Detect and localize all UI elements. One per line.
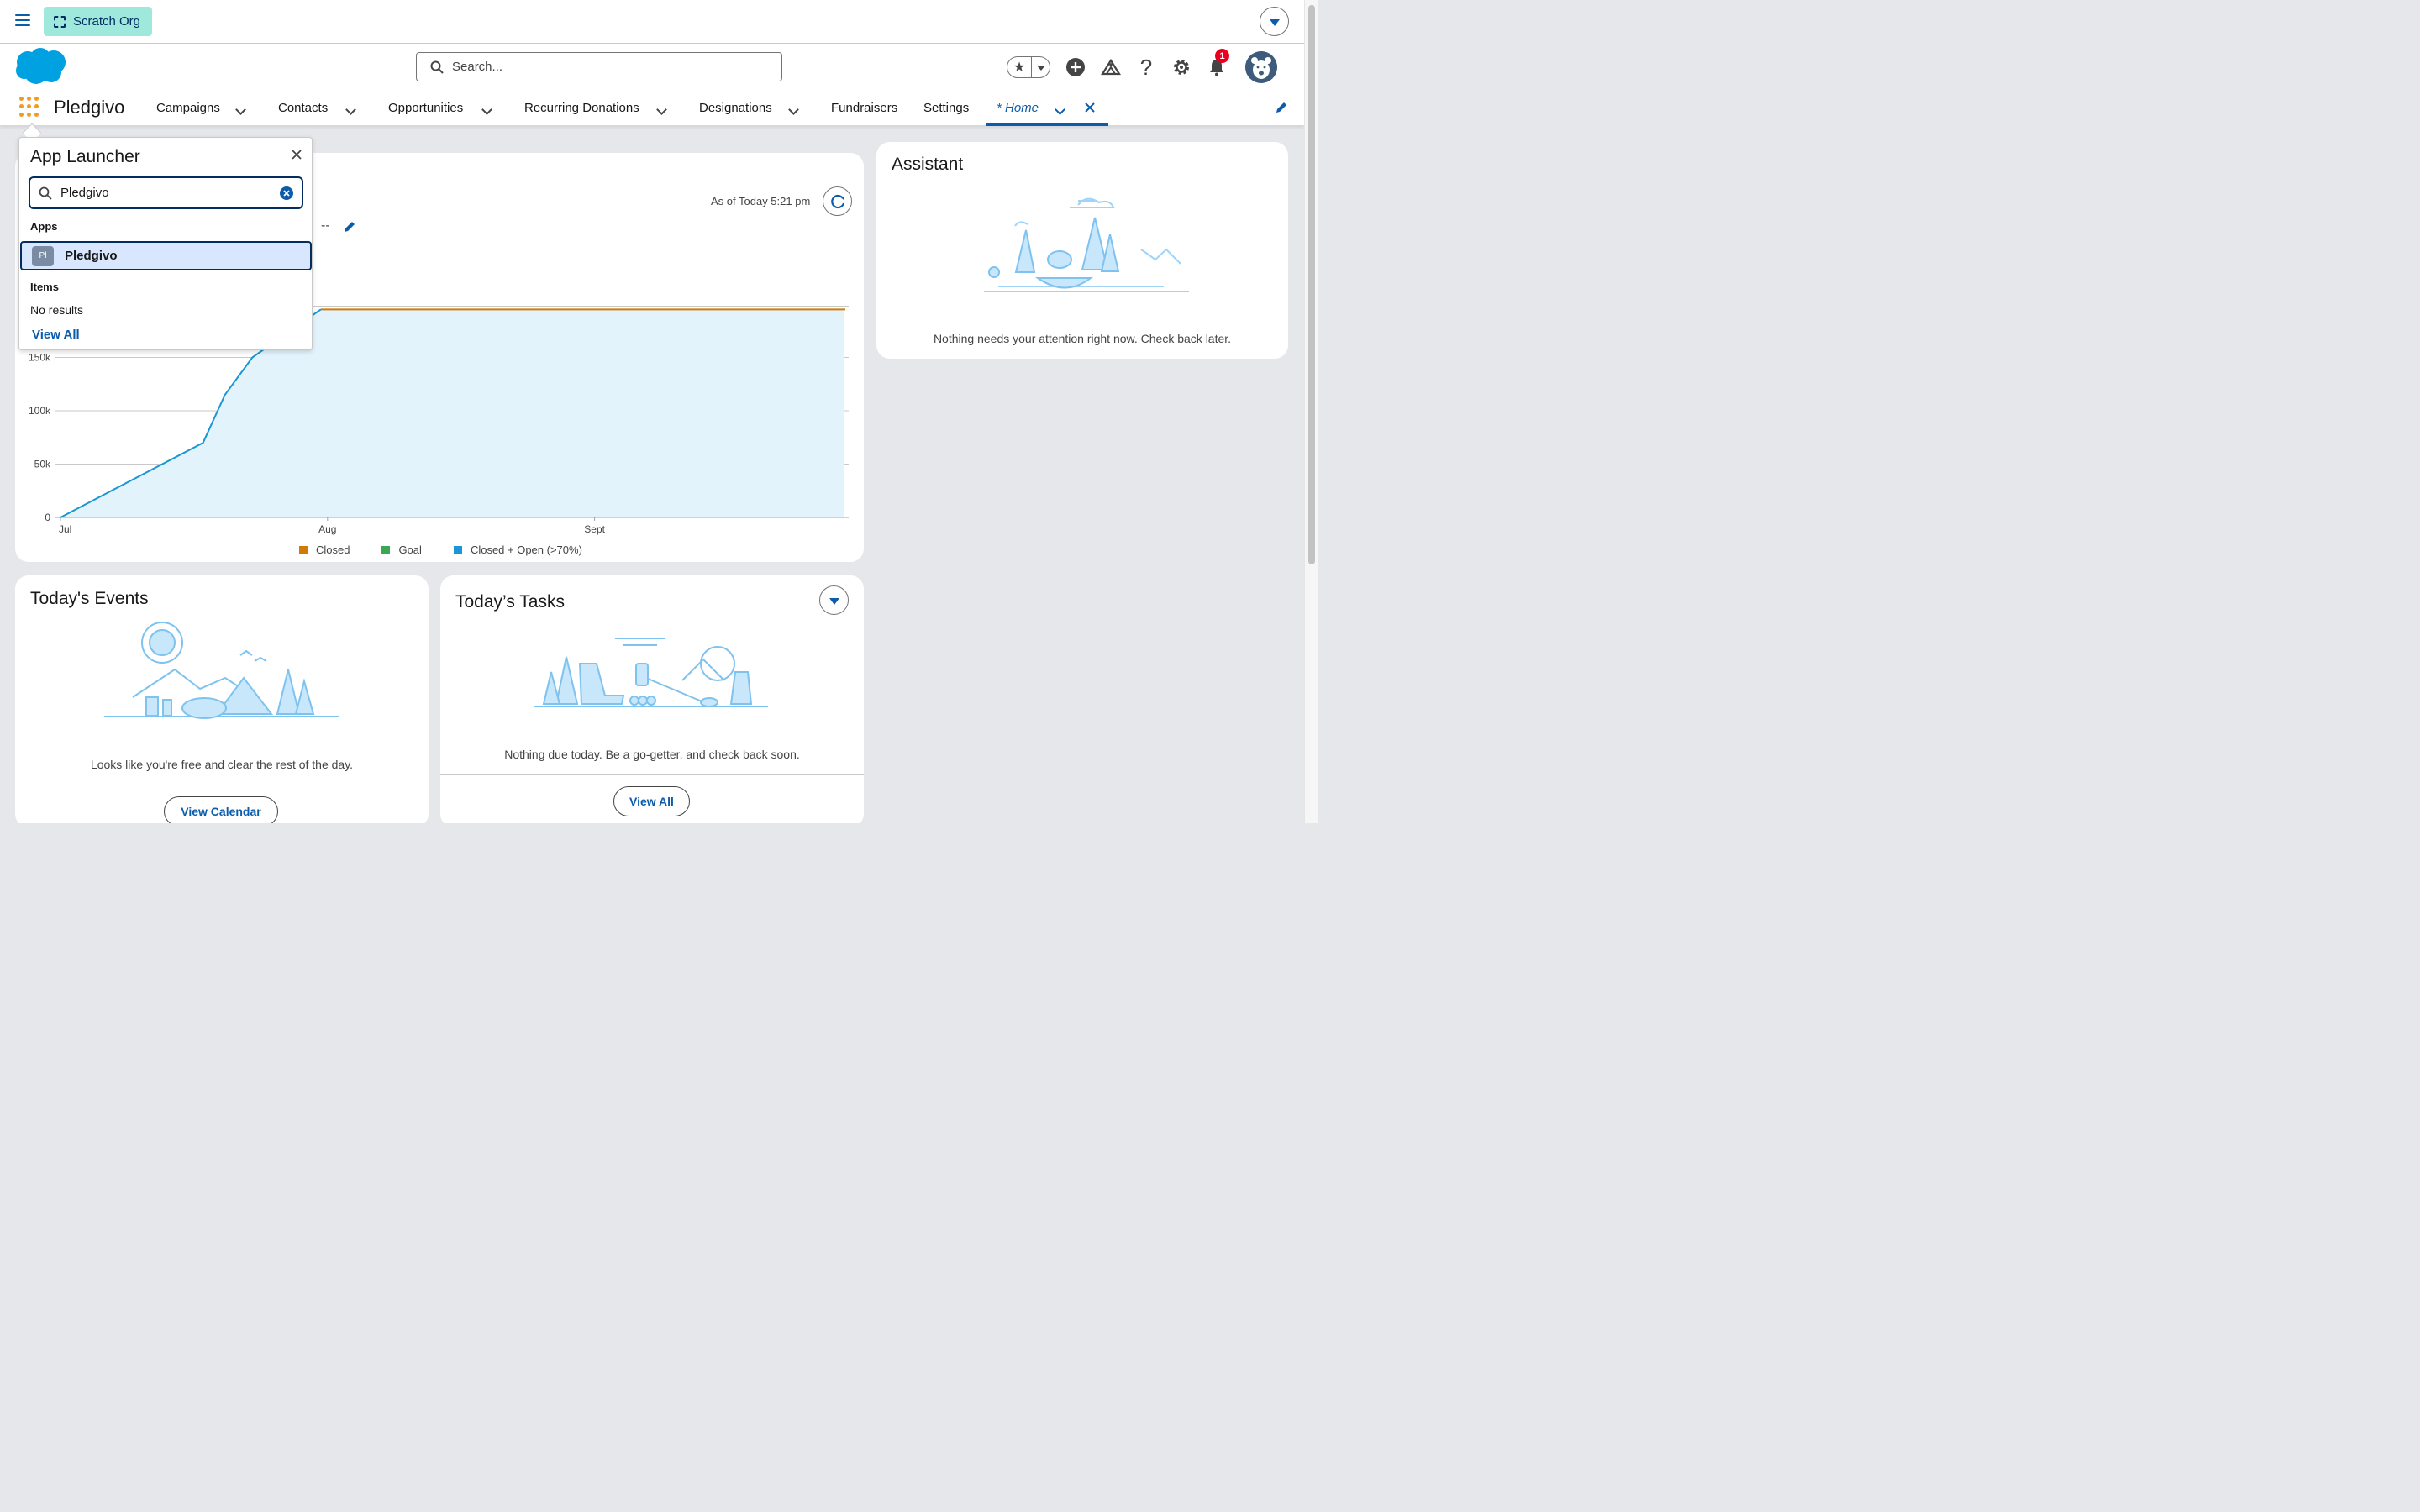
top-bar: Scratch Org xyxy=(0,0,1304,44)
nav-item-designations[interactable]: Designations xyxy=(699,89,772,126)
events-title: Today's Events xyxy=(30,589,149,608)
chevron-down-icon[interactable] xyxy=(788,102,799,118)
launcher-search-input[interactable]: Pledgivo xyxy=(29,176,303,209)
hammock-illustration xyxy=(984,197,1189,292)
x-tick-label: Aug xyxy=(318,523,336,535)
items-section-label: Items xyxy=(30,281,59,293)
favorites-caret-icon[interactable] xyxy=(1031,57,1050,77)
search-placeholder: Search... xyxy=(452,60,503,74)
global-header: Search... ★ ? 1 xyxy=(0,44,1304,89)
help-icon[interactable]: ? xyxy=(1136,55,1156,80)
salesforce-cloud-logo xyxy=(16,48,66,84)
search-icon xyxy=(430,60,444,74)
chevron-down-icon[interactable] xyxy=(481,102,492,118)
legend-label: Closed + Open (>70%) xyxy=(470,543,582,556)
legend-label: Goal xyxy=(398,543,422,556)
app-tile-icon: Pl xyxy=(32,245,54,266)
launcher-title: App Launcher xyxy=(30,147,140,166)
launcher-app-label: Pledgivo xyxy=(65,249,118,263)
legend-item-goal[interactable]: Goal xyxy=(381,543,422,556)
notification-badge: 1 xyxy=(1215,49,1229,63)
chevron-down-icon[interactable] xyxy=(235,102,246,118)
app-nav-bar: Pledgivo Campaigns Contacts Opportunitie… xyxy=(0,89,1304,126)
tab-home[interactable]: * Home xyxy=(986,89,1108,126)
y-tick-label: 150k xyxy=(29,352,51,364)
menu-icon[interactable] xyxy=(15,14,30,28)
app-name: Pledgivo xyxy=(54,97,125,118)
nav-item-campaigns[interactable]: Campaigns xyxy=(156,89,220,126)
chevron-down-icon[interactable] xyxy=(345,102,356,118)
scroll-thumb[interactable] xyxy=(1308,5,1315,564)
chevron-down-icon[interactable] xyxy=(1055,102,1065,118)
close-icon[interactable] xyxy=(290,148,303,161)
x-tick-label: Jul xyxy=(59,523,71,535)
view-all-link[interactable]: View All xyxy=(32,328,80,342)
close-tab-icon[interactable] xyxy=(1085,102,1095,113)
nav-item-opportunities[interactable]: Opportunities xyxy=(388,89,463,126)
launcher-app-pledgivo[interactable]: Pl Pledgivo xyxy=(20,241,312,270)
camping-illustration xyxy=(104,622,339,719)
edit-nav-pencil-icon[interactable] xyxy=(1275,101,1288,114)
add-icon[interactable] xyxy=(1065,57,1086,77)
search-icon xyxy=(39,186,52,200)
todays-events-card: Today's Events Looks like you're free an… xyxy=(15,575,429,823)
x-tick-label: Sept xyxy=(584,523,605,535)
org-label: Scratch Org xyxy=(73,14,141,29)
app-launcher-popover: App Launcher Pledgivo Apps Pl Pledgivo I… xyxy=(18,137,313,350)
tasks-title: Today’s Tasks xyxy=(455,592,565,612)
todays-tasks-card: Today’s Tasks Nothing due today. Be a go… xyxy=(440,575,864,823)
tasks-message: Nothing due today. Be a go-getter, and c… xyxy=(504,748,800,761)
legend-item-closed-open[interactable]: Closed + Open (>70%) xyxy=(453,543,582,556)
chevron-down-icon[interactable] xyxy=(656,102,667,118)
legend-item-closed[interactable]: Closed xyxy=(299,543,350,556)
no-results-text: No results xyxy=(30,303,84,317)
view-calendar-button[interactable]: View Calendar xyxy=(164,796,278,823)
y-tick-label: 0 xyxy=(45,512,50,523)
user-avatar[interactable] xyxy=(1245,51,1277,83)
trailhead-icon[interactable] xyxy=(1101,57,1121,77)
assistant-message: Nothing needs your attention right now. … xyxy=(933,332,1232,345)
view-all-tasks-button[interactable]: View All xyxy=(613,786,690,816)
header-icons: ★ ? 1 xyxy=(1007,49,1277,84)
star-icon[interactable]: ★ xyxy=(1007,59,1031,76)
tab-home-label: * Home xyxy=(997,101,1039,115)
assistant-title: Assistant xyxy=(892,155,964,174)
page-scrollbar[interactable] xyxy=(1304,0,1318,823)
chart-legend: Closed Goal Closed + Open (>70%) xyxy=(299,543,582,556)
apps-section-label: Apps xyxy=(30,220,58,233)
assistant-card: Assistant Nothing needs your attention r… xyxy=(876,142,1288,359)
tasks-divider xyxy=(440,774,864,775)
nav-item-fundraisers[interactable]: Fundraisers xyxy=(831,89,897,126)
nav-item-contacts[interactable]: Contacts xyxy=(278,89,328,126)
nav-item-settings[interactable]: Settings xyxy=(923,89,969,126)
legend-label: Closed xyxy=(316,543,350,556)
nav-item-recurring-donations[interactable]: Recurring Donations xyxy=(524,89,639,126)
launcher-search-value: Pledgivo xyxy=(60,186,109,200)
y-tick-label: 100k xyxy=(29,405,51,417)
tasks-dropdown-button[interactable] xyxy=(819,585,849,615)
campsite-illustration xyxy=(534,638,768,707)
y-tick-label: 50k xyxy=(34,459,51,470)
org-icon xyxy=(54,15,66,28)
app-launcher-waffle-icon[interactable] xyxy=(19,97,39,117)
legend-swatch xyxy=(381,545,391,554)
scratch-org-badge[interactable]: Scratch Org xyxy=(44,7,153,36)
clear-search-icon[interactable] xyxy=(280,186,293,200)
favorites-group[interactable]: ★ xyxy=(1007,56,1050,78)
global-search-input[interactable]: Search... xyxy=(416,52,782,81)
legend-swatch xyxy=(453,545,462,554)
gear-icon[interactable] xyxy=(1171,57,1192,77)
top-dropdown-button[interactable] xyxy=(1260,7,1289,36)
legend-swatch xyxy=(299,545,308,554)
notifications-bell-icon[interactable]: 1 xyxy=(1207,49,1229,77)
events-message: Looks like you're free and clear the res… xyxy=(90,758,354,771)
